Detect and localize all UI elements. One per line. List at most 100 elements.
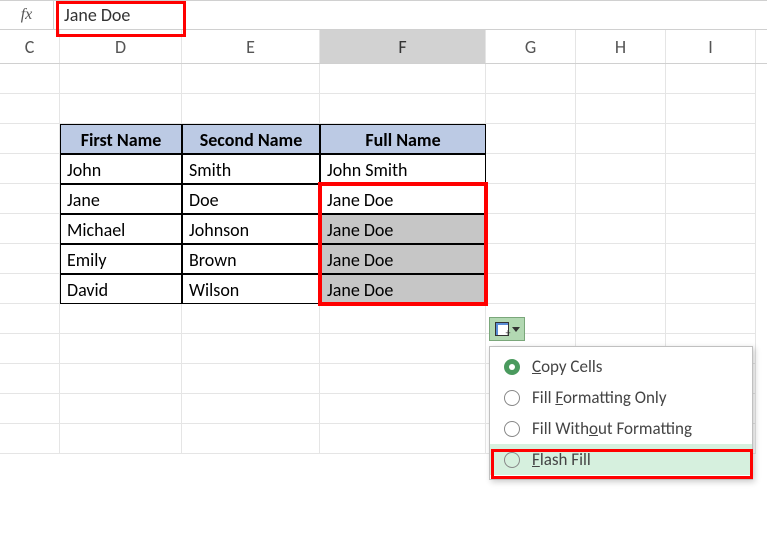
cell[interactable]: [182, 394, 320, 424]
cell[interactable]: [182, 334, 320, 364]
cell[interactable]: [486, 124, 576, 154]
cell[interactable]: [666, 304, 756, 334]
cell[interactable]: [576, 64, 666, 94]
formula-input[interactable]: Jane Doe: [54, 1, 184, 29]
cell[interactable]: [0, 394, 60, 424]
table-cell[interactable]: Brown: [182, 244, 320, 274]
cell[interactable]: [486, 184, 576, 214]
cell[interactable]: [0, 364, 60, 394]
cell[interactable]: [60, 364, 182, 394]
cell[interactable]: [486, 274, 576, 304]
header-first-name[interactable]: First Name: [60, 124, 182, 154]
cell[interactable]: [576, 184, 666, 214]
header-full-name[interactable]: Full Name: [320, 124, 486, 154]
table-cell[interactable]: Jane: [60, 184, 182, 214]
cell[interactable]: [320, 334, 486, 364]
cell[interactable]: [0, 64, 60, 94]
cell[interactable]: [60, 64, 182, 94]
cell[interactable]: [0, 334, 60, 364]
menu-item-fill-without-formatting[interactable]: Fill Without Formatting: [490, 413, 752, 444]
cell[interactable]: [0, 124, 60, 154]
cell[interactable]: [320, 424, 486, 454]
cell[interactable]: [486, 214, 576, 244]
cell[interactable]: [182, 64, 320, 94]
radio-selected-icon: [504, 359, 520, 375]
cell[interactable]: [486, 154, 576, 184]
table-cell[interactable]: David: [60, 274, 182, 304]
cell[interactable]: [576, 124, 666, 154]
cell[interactable]: [60, 394, 182, 424]
cell[interactable]: [576, 274, 666, 304]
table-cell[interactable]: Jane Doe: [320, 244, 486, 274]
table-cell[interactable]: Jane Doe: [320, 184, 486, 214]
header-second-name[interactable]: Second Name: [182, 124, 320, 154]
cell[interactable]: [0, 244, 60, 274]
cell[interactable]: [182, 304, 320, 334]
autofill-options-button[interactable]: [489, 317, 525, 341]
cell[interactable]: [666, 244, 756, 274]
cell[interactable]: [60, 304, 182, 334]
table-cell[interactable]: Doe: [182, 184, 320, 214]
cell[interactable]: [0, 424, 60, 454]
column-header-c[interactable]: C: [0, 30, 60, 63]
radio-icon: [504, 421, 520, 437]
menu-item-copy-cells[interactable]: Copy Cells: [490, 351, 752, 382]
column-header-f[interactable]: F: [320, 30, 486, 63]
table-cell[interactable]: Jane Doe: [320, 274, 486, 304]
table-cell[interactable]: John: [60, 154, 182, 184]
radio-icon: [504, 452, 520, 468]
worksheet-grid[interactable]: First Name Second Name Full Name John Sm…: [0, 64, 767, 543]
cell[interactable]: [666, 124, 756, 154]
cell[interactable]: [320, 94, 486, 124]
cell[interactable]: [666, 214, 756, 244]
cell[interactable]: [666, 64, 756, 94]
cell[interactable]: [0, 154, 60, 184]
table-cell[interactable]: Jane Doe: [320, 214, 486, 244]
cell[interactable]: [666, 94, 756, 124]
cell[interactable]: [576, 304, 666, 334]
table-cell[interactable]: Michael: [60, 214, 182, 244]
column-header-h[interactable]: H: [576, 30, 666, 63]
cell[interactable]: [0, 304, 60, 334]
cell[interactable]: [320, 394, 486, 424]
cell[interactable]: [320, 364, 486, 394]
column-header-e[interactable]: E: [182, 30, 320, 63]
cell[interactable]: [0, 94, 60, 124]
cell[interactable]: [486, 244, 576, 274]
cell[interactable]: [60, 334, 182, 364]
cell[interactable]: [182, 424, 320, 454]
menu-item-label: Fill Formatting Only: [532, 387, 667, 408]
cell[interactable]: [576, 154, 666, 184]
cell[interactable]: [486, 64, 576, 94]
cell[interactable]: [666, 274, 756, 304]
cell[interactable]: [320, 64, 486, 94]
column-header-d[interactable]: D: [60, 30, 182, 63]
table-cell[interactable]: Johnson: [182, 214, 320, 244]
cell[interactable]: [182, 94, 320, 124]
column-header-row: C D E F G H I: [0, 30, 767, 64]
cell[interactable]: [60, 94, 182, 124]
menu-item-flash-fill[interactable]: Flash Fill: [490, 444, 752, 475]
chevron-down-icon: [512, 327, 520, 332]
cell[interactable]: [576, 214, 666, 244]
table-cell[interactable]: Emily: [60, 244, 182, 274]
cell[interactable]: [0, 274, 60, 304]
cell[interactable]: [60, 424, 182, 454]
column-header-i[interactable]: I: [666, 30, 756, 63]
cell[interactable]: [576, 244, 666, 274]
cell[interactable]: [666, 154, 756, 184]
cell[interactable]: [182, 364, 320, 394]
cell[interactable]: [576, 94, 666, 124]
cell[interactable]: [666, 184, 756, 214]
table-cell[interactable]: Wilson: [182, 274, 320, 304]
cell[interactable]: [0, 214, 60, 244]
column-header-g[interactable]: G: [486, 30, 576, 63]
table-cell[interactable]: Smith: [182, 154, 320, 184]
menu-item-fill-formatting-only[interactable]: Fill Formatting Only: [490, 382, 752, 413]
cell[interactable]: [486, 94, 576, 124]
insert-function-button[interactable]: fx: [0, 1, 54, 29]
table-cell[interactable]: John Smith: [320, 154, 486, 184]
cell[interactable]: [320, 304, 486, 334]
cell[interactable]: [0, 184, 60, 214]
radio-icon: [504, 390, 520, 406]
